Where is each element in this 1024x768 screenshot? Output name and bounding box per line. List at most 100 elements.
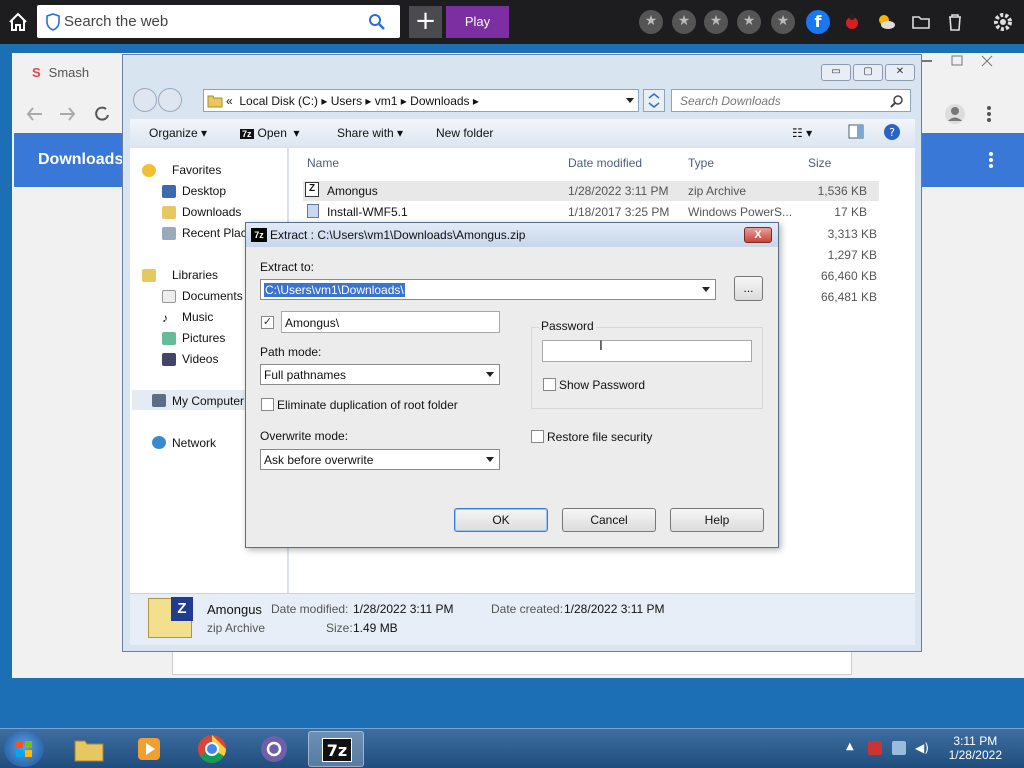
- explorer-taskbar-button[interactable]: [61, 731, 117, 767]
- back-forward-reload[interactable]: [26, 103, 116, 130]
- view-options-icon[interactable]: ☷ ▾: [792, 126, 812, 140]
- nav-favorites[interactable]: Favorites: [172, 163, 221, 177]
- open-label: Open: [257, 126, 287, 140]
- star-icon[interactable]: ★: [771, 10, 795, 34]
- help-icon[interactable]: ?: [883, 123, 901, 144]
- tab-title: Smash: [48, 65, 90, 80]
- nav-network[interactable]: Network: [172, 436, 216, 450]
- action-center-icon[interactable]: [868, 741, 882, 755]
- forward-button[interactable]: [158, 88, 182, 112]
- organize-menu[interactable]: Organize ▾: [149, 126, 207, 140]
- eliminate-duplication-checkbox[interactable]: [261, 398, 274, 411]
- nav-downloads[interactable]: Downloads: [182, 205, 241, 219]
- star-icon[interactable]: ★: [737, 10, 761, 34]
- clock[interactable]: 3:11 PM 1/28/2022: [949, 734, 1002, 762]
- network-icon: [152, 436, 166, 449]
- show-password-checkbox[interactable]: [543, 378, 556, 391]
- column-name[interactable]: Name: [307, 156, 339, 170]
- folder-icon[interactable]: [909, 10, 933, 34]
- nav-my-computer[interactable]: My Computer: [172, 394, 244, 408]
- show-hidden-icons-icon[interactable]: ▲: [846, 741, 860, 755]
- ok-button[interactable]: OK: [454, 508, 548, 532]
- star-icon[interactable]: ★: [672, 10, 696, 34]
- weather-icon[interactable]: [874, 10, 898, 34]
- ladybug-icon[interactable]: [840, 10, 864, 34]
- play-button[interactable]: Play: [446, 6, 509, 38]
- column-type[interactable]: Type: [688, 156, 714, 170]
- downloads-folder-icon: [162, 206, 176, 219]
- nav-documents[interactable]: Documents: [182, 289, 243, 303]
- preview-pane-icon[interactable]: [848, 124, 864, 142]
- chevron-down-icon[interactable]: [626, 98, 634, 103]
- start-button[interactable]: [4, 731, 44, 767]
- sevenzip-taskbar-button[interactable]: 7z: [308, 731, 364, 767]
- explorer-search-box[interactable]: Search Downloads: [671, 89, 911, 112]
- dialog-close-button[interactable]: X: [744, 227, 772, 243]
- refresh-button[interactable]: [643, 89, 665, 112]
- close-button[interactable]: ✕: [885, 64, 915, 81]
- new-tab-button[interactable]: +: [409, 6, 442, 38]
- volume-icon[interactable]: ◀): [915, 741, 929, 755]
- app-taskbar-button[interactable]: [246, 731, 302, 767]
- extract-to-combo[interactable]: C:\Users\vm1\Downloads\: [260, 279, 716, 300]
- browse-button[interactable]: ...: [734, 276, 763, 301]
- address-bar[interactable]: « Local Disk (C:) ▸ Users ▸ vm1 ▸ Downlo…: [203, 89, 639, 112]
- chevron-down-icon[interactable]: [486, 457, 494, 462]
- extract-to-value: C:\Users\vm1\Downloads\: [264, 283, 405, 297]
- chrome-menu-icon[interactable]: [986, 105, 992, 123]
- table-row[interactable]: Install-WMF5.1 1/18/2017 3:25 PM Windows…: [303, 202, 879, 222]
- home-icon[interactable]: [7, 11, 29, 33]
- share-with-menu[interactable]: Share with ▾: [337, 126, 403, 140]
- avatar[interactable]: [944, 103, 966, 125]
- subfolder-checkbox[interactable]: ✓: [261, 316, 274, 329]
- new-folder-button[interactable]: New folder: [436, 126, 493, 140]
- more-vert-icon[interactable]: [988, 151, 994, 169]
- back-button[interactable]: [133, 88, 157, 112]
- svg-text:?: ?: [889, 126, 895, 139]
- help-button[interactable]: Help: [670, 508, 764, 532]
- star-icon[interactable]: ★: [639, 10, 663, 34]
- network-tray-icon[interactable]: [892, 741, 906, 755]
- open-menu[interactable]: 7z Open ▾: [240, 126, 300, 140]
- maximize-button[interactable]: ▢: [853, 64, 883, 81]
- minimize-button[interactable]: ▭: [821, 64, 851, 81]
- column-date-modified[interactable]: Date modified: [568, 156, 642, 170]
- chevron-down-icon[interactable]: [702, 287, 710, 292]
- nav-pictures[interactable]: Pictures: [182, 331, 225, 345]
- overwrite-mode-select[interactable]: Ask before overwrite: [260, 449, 500, 470]
- browser-tab[interactable]: S Smash: [32, 65, 89, 80]
- gear-icon[interactable]: [991, 10, 1015, 34]
- restore-security-checkbox[interactable]: [531, 430, 544, 443]
- nav-libraries[interactable]: Libraries: [172, 268, 218, 282]
- web-search-box[interactable]: Search the web: [37, 5, 400, 38]
- search-icon[interactable]: [368, 13, 386, 31]
- chevron-down-icon[interactable]: [486, 372, 494, 377]
- file-size: 66,481 KB: [820, 290, 877, 304]
- password-field[interactable]: [542, 340, 752, 362]
- cancel-button[interactable]: Cancel: [562, 508, 656, 532]
- details-size: 1.49 MB: [353, 621, 398, 635]
- search-icon[interactable]: [890, 94, 904, 108]
- dialog-title-bar[interactable]: 7z Extract : C:\Users\vm1\Downloads\Amon…: [246, 223, 778, 247]
- path-mode-select[interactable]: Full pathnames: [260, 364, 500, 385]
- pictures-icon: [162, 332, 176, 345]
- trash-icon[interactable]: [943, 10, 967, 34]
- breadcrumb-item[interactable]: vm1: [375, 94, 398, 108]
- chrome-taskbar-button[interactable]: [184, 731, 240, 767]
- computer-icon: [152, 394, 166, 407]
- media-player-taskbar-button[interactable]: [122, 731, 178, 767]
- breadcrumb-item[interactable]: Downloads: [410, 94, 469, 108]
- column-size[interactable]: Size: [808, 156, 831, 170]
- facebook-icon[interactable]: f: [806, 10, 830, 34]
- nav-videos[interactable]: Videos: [182, 352, 218, 366]
- breadcrumb-item[interactable]: Users: [331, 94, 362, 108]
- breadcrumb-item[interactable]: Local Disk (C:): [239, 94, 318, 108]
- sevenzip-icon: 7z: [251, 228, 267, 242]
- table-row[interactable]: Z Amongus 1/28/2022 3:11 PM zip Archive …: [303, 181, 879, 201]
- nav-desktop[interactable]: Desktop: [182, 184, 226, 198]
- clock-date: 1/28/2022: [948, 748, 1002, 762]
- subfolder-name-field[interactable]: Amongus\: [281, 311, 500, 333]
- downloads-page-title: Downloads: [38, 151, 124, 168]
- nav-music[interactable]: Music: [182, 310, 213, 324]
- star-icon[interactable]: ★: [704, 10, 728, 34]
